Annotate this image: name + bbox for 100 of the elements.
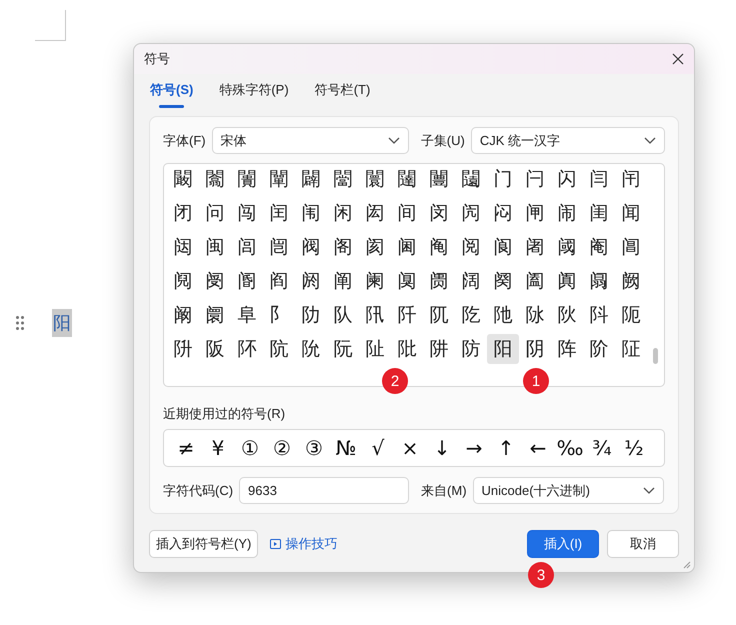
character-cell[interactable]: 间	[391, 198, 423, 228]
character-cell[interactable]: 阚	[167, 300, 199, 330]
character-cell[interactable]: 阑	[359, 266, 391, 296]
character-cell[interactable]: 阓	[423, 266, 455, 296]
character-cell[interactable]: 闷	[487, 198, 519, 228]
character-cell[interactable]: 阏	[295, 266, 327, 296]
character-cell[interactable]: 闟	[199, 164, 231, 194]
character-cell[interactable]: 闾	[231, 232, 263, 262]
resize-grip-icon[interactable]	[683, 561, 691, 569]
character-cell[interactable]: 阠	[359, 300, 391, 330]
subset-dropdown[interactable]: CJK 统一汉字	[470, 127, 665, 154]
scrollbar-thumb[interactable]	[653, 348, 658, 364]
character-cell[interactable]: 阪	[199, 334, 231, 364]
character-cell[interactable]: 阷	[615, 334, 647, 364]
character-cell[interactable]: 阅	[455, 232, 487, 262]
character-cell[interactable]: 阙	[615, 266, 647, 296]
character-cell[interactable]: 阃	[391, 232, 423, 262]
character-cell[interactable]: 阂	[359, 232, 391, 262]
character-cell[interactable]: 阞	[295, 300, 327, 330]
character-cell[interactable]: 阒	[391, 266, 423, 296]
close-button[interactable]	[670, 51, 686, 67]
character-cell[interactable]: 队	[327, 300, 359, 330]
character-cell[interactable]: 闬	[615, 164, 647, 194]
character-cell[interactable]: 阩	[167, 334, 199, 364]
character-cell[interactable]: 阨	[615, 300, 647, 330]
character-cell[interactable]: 阐	[327, 266, 359, 296]
char-code-field[interactable]: 9633	[239, 477, 410, 504]
cancel-button[interactable]: 取消	[607, 530, 679, 558]
character-cell[interactable]: 阁	[327, 232, 359, 262]
character-cell[interactable]: 防	[455, 334, 487, 364]
tab[interactable]: 符号(S)	[150, 78, 194, 108]
tips-link[interactable]: 操作技巧	[270, 535, 338, 553]
character-cell[interactable]: 阎	[263, 266, 295, 296]
character-cell[interactable]: 阄	[423, 232, 455, 262]
character-cell[interactable]: 闽	[199, 232, 231, 262]
character-cell[interactable]: 闠	[231, 164, 263, 194]
character-cell[interactable]: 阘	[583, 266, 615, 296]
character-cell[interactable]: 闸	[519, 198, 551, 228]
character-cell[interactable]: 阇	[519, 232, 551, 262]
character-cell[interactable]: 闹	[551, 198, 583, 228]
character-cell[interactable]: 闿	[263, 232, 295, 262]
character-cell[interactable]: 阴	[519, 334, 551, 364]
character-cell[interactable]: 闰	[263, 198, 295, 228]
character-cell[interactable]: 阗	[551, 266, 583, 296]
character-cell[interactable]: 闡	[263, 164, 295, 194]
character-cell[interactable]: 闤	[359, 164, 391, 194]
character-cell[interactable]: 阬	[263, 334, 295, 364]
character-cell[interactable]: 阈	[551, 232, 583, 262]
character-cell[interactable]: 阤	[487, 300, 519, 330]
character-cell[interactable]: 阳	[487, 334, 519, 364]
character-cell[interactable]: 阋	[167, 266, 199, 296]
character-cell[interactable]: 闱	[295, 198, 327, 228]
character-cell[interactable]: 阣	[455, 300, 487, 330]
insert-button[interactable]: 插入(I)	[527, 530, 599, 558]
character-cell[interactable]: 阧	[583, 300, 615, 330]
character-cell[interactable]: 阶	[583, 334, 615, 364]
character-cell[interactable]: 闧	[455, 164, 487, 194]
character-cell[interactable]: 阔	[455, 266, 487, 296]
character-cell[interactable]: 阉	[583, 232, 615, 262]
character-cell[interactable]: 阮	[327, 334, 359, 364]
tab[interactable]: 特殊字符(P)	[219, 78, 289, 108]
character-cell[interactable]: 闦	[423, 164, 455, 194]
character-cell[interactable]: 阌	[199, 266, 231, 296]
character-cell[interactable]: 阆	[487, 232, 519, 262]
character-cell[interactable]: 阥	[519, 300, 551, 330]
character-cell[interactable]: 阫	[231, 334, 263, 364]
character-cell[interactable]: 闯	[231, 198, 263, 228]
character-cell[interactable]: 阍	[231, 266, 263, 296]
character-cell[interactable]: 闺	[583, 198, 615, 228]
character-cell[interactable]: 阛	[199, 300, 231, 330]
character-cell[interactable]: 闫	[583, 164, 615, 194]
font-dropdown[interactable]: 宋体	[212, 127, 409, 154]
character-cell[interactable]: 闻	[615, 198, 647, 228]
from-dropdown[interactable]: Unicode(十六进制)	[472, 477, 664, 504]
character-cell[interactable]: 阀	[295, 232, 327, 262]
character-cell[interactable]: 阭	[295, 334, 327, 364]
character-cell[interactable]: 阡	[391, 300, 423, 330]
character-cell[interactable]: 闩	[519, 164, 551, 194]
tab[interactable]: 符号栏(T)	[314, 78, 370, 108]
character-cell[interactable]: 阝	[263, 300, 295, 330]
character-cell[interactable]: 问	[199, 198, 231, 228]
character-cell[interactable]: 阕	[487, 266, 519, 296]
character-cell[interactable]: 阢	[423, 300, 455, 330]
character-cell[interactable]: 阵	[551, 334, 583, 364]
character-cell[interactable]: 阊	[615, 232, 647, 262]
character-cell[interactable]: 阜	[231, 300, 263, 330]
character-cell[interactable]: 阰	[391, 334, 423, 364]
drag-handle-icon[interactable]	[16, 316, 24, 330]
character-cell[interactable]: 门	[487, 164, 519, 194]
character-cell[interactable]: 阖	[519, 266, 551, 296]
character-cell[interactable]: 闣	[327, 164, 359, 194]
character-cell[interactable]: 闵	[423, 198, 455, 228]
character-cell[interactable]: 阦	[551, 300, 583, 330]
character-cell[interactable]: 闞	[167, 164, 199, 194]
character-cell[interactable]: 阯	[359, 334, 391, 364]
character-cell[interactable]: 闼	[167, 232, 199, 262]
character-cell[interactable]: 闳	[359, 198, 391, 228]
character-cell[interactable]: 阱	[423, 334, 455, 364]
character-cell[interactable]: 闲	[327, 198, 359, 228]
character-cell[interactable]: 闭	[167, 198, 199, 228]
